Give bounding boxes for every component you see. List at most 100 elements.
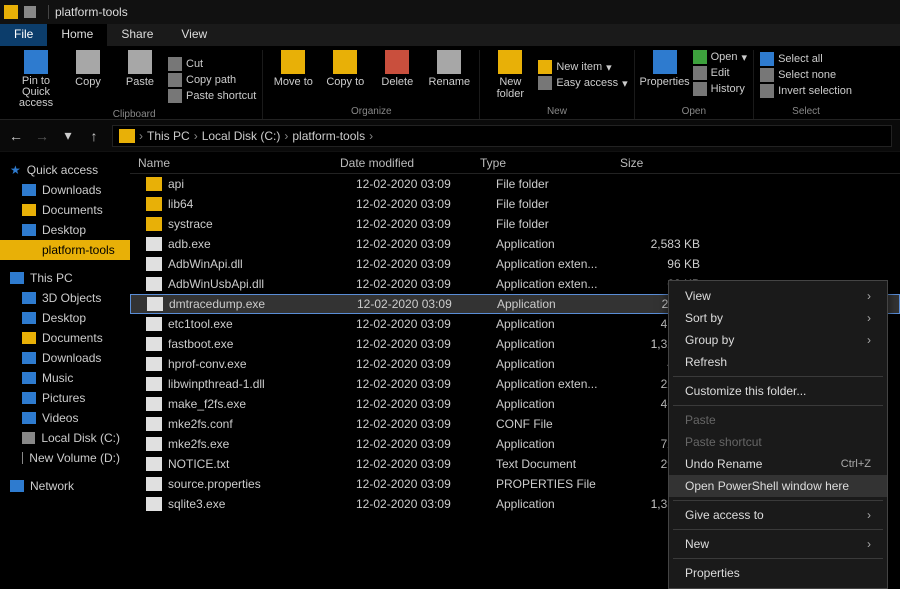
- nav-up[interactable]: ↑: [86, 128, 102, 144]
- crumb-cdrive[interactable]: Local Disk (C:): [202, 129, 281, 143]
- selectall-icon: [760, 52, 774, 66]
- file-row[interactable]: lib6412-02-2020 03:09File folder: [130, 194, 900, 214]
- ctx-open-powershell[interactable]: Open PowerShell window here: [669, 475, 887, 497]
- downloads-icon: [22, 184, 36, 196]
- file-type: Application exten...: [496, 257, 636, 271]
- col-type[interactable]: Type: [480, 156, 620, 170]
- nav-back[interactable]: ←: [8, 128, 24, 144]
- sidebar-documents[interactable]: Documents: [4, 200, 126, 220]
- sidebar-music[interactable]: Music: [4, 368, 126, 388]
- sidebar-platform-tools[interactable]: platform-tools: [0, 240, 130, 260]
- quick-access-icon[interactable]: [24, 6, 36, 18]
- paste-button[interactable]: Paste: [116, 50, 164, 109]
- file-type: File folder: [496, 217, 636, 231]
- sidebar-downloads[interactable]: Downloads: [4, 180, 126, 200]
- sidebar-desktop[interactable]: Desktop: [4, 220, 126, 240]
- sidebar-videos[interactable]: Videos: [4, 408, 126, 428]
- sidebar-pictures[interactable]: Pictures: [4, 388, 126, 408]
- file-size: 96 KB: [636, 257, 706, 271]
- tab-file[interactable]: File: [0, 24, 47, 46]
- cut-icon: [168, 57, 182, 71]
- copy-button[interactable]: Copy: [64, 50, 112, 109]
- delete-button[interactable]: Delete: [373, 50, 421, 88]
- selectnone-icon: [760, 68, 774, 82]
- cut-button[interactable]: Cut: [168, 57, 256, 71]
- chevron-right-icon[interactable]: ›: [194, 129, 198, 143]
- easyaccess-button[interactable]: Easy access ▾: [538, 76, 627, 90]
- newitem-button[interactable]: New item ▾: [538, 60, 627, 74]
- ctx-undo-rename[interactable]: Undo RenameCtrl+Z: [669, 453, 887, 475]
- ctx-properties[interactable]: Properties: [669, 562, 887, 584]
- title-bar: platform-tools: [0, 0, 900, 24]
- sidebar-ddrive[interactable]: New Volume (D:): [4, 448, 126, 468]
- selectnone-button[interactable]: Select none: [760, 68, 852, 82]
- history-icon: [693, 82, 707, 96]
- ctx-refresh[interactable]: Refresh: [669, 351, 887, 373]
- ribbon-group-select: Select all Select none Invert selection …: [754, 50, 858, 119]
- chevron-right-icon[interactable]: ›: [284, 129, 288, 143]
- paste-icon: [128, 50, 152, 74]
- file-name: lib64: [168, 197, 356, 211]
- file-row[interactable]: api12-02-2020 03:09File folder: [130, 174, 900, 194]
- sidebar-cdrive[interactable]: Local Disk (C:): [4, 428, 126, 448]
- column-headers: Name Date modified Type Size: [130, 152, 900, 174]
- nav-recent[interactable]: ▾: [60, 127, 76, 144]
- separator: [48, 5, 49, 19]
- star-icon: ★: [10, 163, 21, 177]
- sidebar-network[interactable]: Network: [4, 476, 126, 496]
- pin-button[interactable]: Pin to Quick access: [12, 50, 60, 109]
- col-size[interactable]: Size: [620, 156, 690, 170]
- ctx-sort[interactable]: Sort by›: [669, 307, 887, 329]
- copypath-button[interactable]: Copy path: [168, 73, 256, 87]
- invertselection-button[interactable]: Invert selection: [760, 84, 852, 98]
- chevron-right-icon[interactable]: ›: [139, 129, 143, 143]
- sidebar-desktop-2[interactable]: Desktop: [4, 308, 126, 328]
- tab-share[interactable]: Share: [107, 24, 167, 46]
- file-row[interactable]: systrace12-02-2020 03:09File folder: [130, 214, 900, 234]
- navigation-pane: ★Quick access Downloads Documents Deskto…: [0, 152, 130, 551]
- moveto-button[interactable]: Move to: [269, 50, 317, 88]
- sidebar-quick-access[interactable]: ★Quick access: [4, 160, 126, 180]
- copyto-button[interactable]: Copy to: [321, 50, 369, 88]
- selectall-button[interactable]: Select all: [760, 52, 852, 66]
- ctx-view[interactable]: View›: [669, 285, 887, 307]
- ctx-customize[interactable]: Customize this folder...: [669, 380, 887, 402]
- separator: [673, 500, 883, 501]
- file-type: File folder: [496, 197, 636, 211]
- open-button[interactable]: Open ▾: [693, 50, 747, 64]
- tab-view[interactable]: View: [167, 24, 221, 46]
- col-date[interactable]: Date modified: [340, 156, 480, 170]
- nav-forward[interactable]: →: [34, 128, 50, 144]
- file-type: Text Document: [496, 457, 636, 471]
- ctx-new[interactable]: New›: [669, 533, 887, 555]
- crumb-folder[interactable]: platform-tools: [292, 129, 365, 143]
- sidebar-3d-objects[interactable]: 3D Objects: [4, 288, 126, 308]
- sidebar-documents-2[interactable]: Documents: [4, 328, 126, 348]
- tab-home[interactable]: Home: [47, 24, 107, 46]
- rename-icon: [437, 50, 461, 74]
- pasteshortcut-button[interactable]: Paste shortcut: [168, 89, 256, 103]
- crumb-thispc[interactable]: This PC: [147, 129, 190, 143]
- sidebar-downloads-2[interactable]: Downloads: [4, 348, 126, 368]
- col-name[interactable]: Name: [130, 156, 340, 170]
- ctx-group[interactable]: Group by›: [669, 329, 887, 351]
- chevron-right-icon[interactable]: ›: [369, 129, 373, 143]
- file-row[interactable]: adb.exe12-02-2020 03:09Application2,583 …: [130, 234, 900, 254]
- chevron-right-icon: ›: [867, 537, 871, 551]
- history-button[interactable]: History: [693, 82, 747, 96]
- breadcrumb[interactable]: › This PC › Local Disk (C:) › platform-t…: [112, 125, 892, 147]
- file-icon: [146, 417, 162, 431]
- ctx-give-access[interactable]: Give access to›: [669, 504, 887, 526]
- sidebar-this-pc[interactable]: This PC: [4, 268, 126, 288]
- pin-icon: [24, 50, 48, 74]
- edit-button[interactable]: Edit: [693, 66, 747, 80]
- file-icon: [146, 457, 162, 471]
- file-row[interactable]: AdbWinApi.dll12-02-2020 03:09Application…: [130, 254, 900, 274]
- drive-icon: [22, 432, 35, 444]
- select-extra: Select all Select none Invert selection: [760, 50, 852, 98]
- keyboard-shortcut: Ctrl+Z: [841, 458, 871, 470]
- rename-button[interactable]: Rename: [425, 50, 473, 88]
- properties-button[interactable]: Properties: [641, 50, 689, 96]
- newfolder-button[interactable]: New folder: [486, 50, 534, 100]
- objects-icon: [22, 292, 36, 304]
